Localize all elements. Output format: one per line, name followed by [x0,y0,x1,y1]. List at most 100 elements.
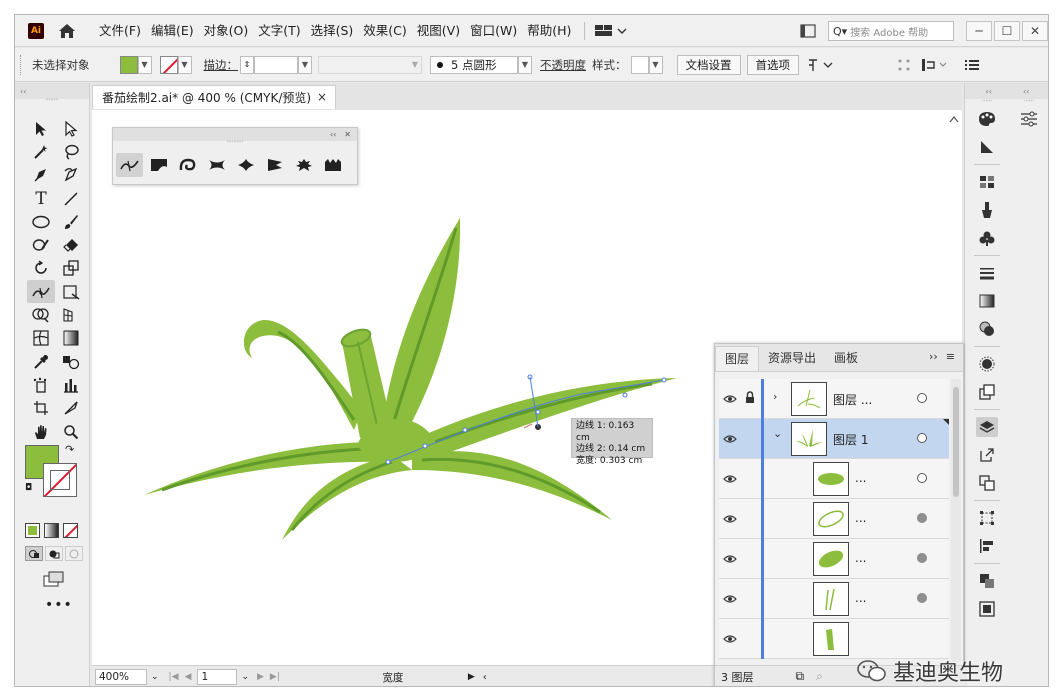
arrange-documents-icon[interactable] [800,24,816,38]
type-tool-icon[interactable]: T [27,187,55,210]
stroke-weight-dropdown[interactable]: ▼ [298,55,312,74]
sublayer-name[interactable]: ... [855,591,866,605]
swap-colors-icon[interactable]: ↷ [65,443,74,456]
libraries-icon[interactable] [976,599,998,619]
maximize-button[interactable]: ☐ [994,21,1020,41]
width-tool-icon[interactable] [116,153,143,177]
fill-swatch[interactable] [119,55,138,74]
selection-tool-icon[interactable] [27,117,55,140]
document-setup-button[interactable]: 文档设置 [676,54,741,75]
screen-mode-icon[interactable] [43,571,65,590]
control-bar-grip[interactable] [20,54,24,75]
visibility-eye-icon[interactable] [723,512,737,526]
visibility-eye-icon[interactable] [723,552,737,566]
bloat-tool-icon[interactable] [232,153,259,177]
width-tool-icon[interactable] [27,280,55,304]
zoom-dropdown-icon[interactable]: ⌄ [151,672,159,682]
blend-tool-icon[interactable] [57,350,85,373]
align-panel-icon[interactable] [976,536,998,556]
export-icon[interactable]: ⧉ [796,669,805,684]
layers-scroll-thumb[interactable] [953,387,959,497]
sublayer-name[interactable]: ... [855,551,866,565]
preferences-button[interactable]: 首选项 [746,54,799,75]
draw-behind-icon[interactable] [45,546,63,561]
tab-asset-export[interactable]: 资源导出 [759,346,825,371]
minimize-button[interactable]: ─ [966,21,992,41]
stroke-weight-stepper[interactable]: ⇕ [240,55,254,74]
menu-edit[interactable]: 编辑(E) [146,15,199,47]
zoom-tool-icon[interactable] [57,420,85,443]
visibility-eye-icon[interactable] [723,472,737,486]
brushes-icon[interactable] [976,200,998,220]
sublayer-row[interactable]: ... [719,579,949,619]
target-circle[interactable] [917,473,927,483]
graphic-styles-icon[interactable] [976,382,998,402]
status-info[interactable]: 宽度 [348,670,438,685]
artboards-icon[interactable] [976,473,998,493]
draw-normal-icon[interactable] [25,546,43,561]
hand-tool-icon[interactable] [27,420,55,443]
rotate-tool-icon[interactable] [27,257,55,280]
first-artboard-icon[interactable]: |◀ [169,672,179,682]
shape-builder-tool-icon[interactable] [27,303,55,326]
prev-artboard-icon[interactable]: ◀ [185,672,192,682]
visibility-eye-icon[interactable] [723,432,737,446]
menu-file[interactable]: 文件(F) [94,15,146,47]
scallop-tool-icon[interactable] [261,153,288,177]
tools-panel-header[interactable]: ‹‹ [15,83,89,99]
target-circle[interactable] [917,513,927,523]
scroll-left-icon[interactable]: ‹ [483,672,487,683]
lock-icon[interactable] [745,391,755,407]
mesh-tool-icon[interactable] [27,327,55,350]
panel-menu-icon[interactable] [965,59,979,71]
menu-effect[interactable]: 效果(C) [358,15,411,47]
stroke-swatch[interactable] [159,55,178,74]
opacity-label[interactable]: 不透明度 [540,57,586,73]
stroke-label[interactable]: 描边： [204,57,239,73]
wrinkle-tool-icon[interactable] [319,153,346,177]
perspective-grid-tool-icon[interactable] [57,303,85,326]
column-graph-tool-icon[interactable] [57,373,85,396]
twirl-tool-icon[interactable] [174,153,201,177]
expand-panel-icon[interactable]: ›› [929,350,938,363]
edit-toolbar-icon[interactable]: ••• [45,597,73,613]
collapse-panel-icon[interactable]: ‹‹ [330,130,336,139]
fill-dropdown[interactable]: ▼ [137,55,152,74]
menu-select[interactable]: 选择(S) [306,15,359,47]
artboard-dropdown-icon[interactable]: ⌄ [241,672,249,682]
align-icon[interactable] [921,58,949,72]
gradient-tool-icon[interactable] [57,327,85,350]
layers-scrollbar[interactable] [951,379,961,662]
asset-export-icon[interactable] [976,445,998,465]
appearance-icon[interactable] [976,354,998,374]
layers-icon[interactable] [976,417,998,437]
variable-width-profile[interactable]: ▼ [318,55,422,74]
symbols-icon[interactable] [976,228,998,248]
menu-help[interactable]: 帮助(H) [522,15,576,47]
sublayer-row[interactable]: ... [719,459,949,499]
menu-view[interactable]: 视图(V) [412,15,465,47]
stroke-color-swatch[interactable] [43,463,77,497]
symbol-sprayer-tool-icon[interactable] [27,373,55,396]
swatches-icon[interactable] [976,172,998,192]
eraser-tool-icon[interactable] [57,233,85,256]
workspace-switcher[interactable] [595,24,627,37]
none-mode-button[interactable] [63,523,78,538]
properties-icon[interactable] [1018,109,1040,129]
eyedropper-tool-icon[interactable] [27,350,55,373]
target-circle[interactable] [917,553,927,563]
brush-definition[interactable]: 5 点圆形 [430,55,518,74]
ellipse-tool-icon[interactable] [27,210,55,233]
lasso-tool-icon[interactable] [57,140,85,163]
artboard-number-field[interactable]: 1 [197,669,238,685]
free-transform-tool-icon[interactable] [57,280,85,303]
draw-inside-icon[interactable] [65,546,83,561]
line-tool-icon[interactable] [57,187,85,210]
curvature-tool-icon[interactable] [57,164,85,187]
zoom-level-field[interactable]: 400% [95,669,147,685]
gradient-mode-button[interactable] [44,523,59,538]
color-guide-icon[interactable] [976,137,998,157]
close-panel-icon[interactable]: ✕ [344,130,351,139]
target-circle[interactable] [917,433,927,443]
layers-panel-menu[interactable]: ›› ≡ [929,350,955,363]
